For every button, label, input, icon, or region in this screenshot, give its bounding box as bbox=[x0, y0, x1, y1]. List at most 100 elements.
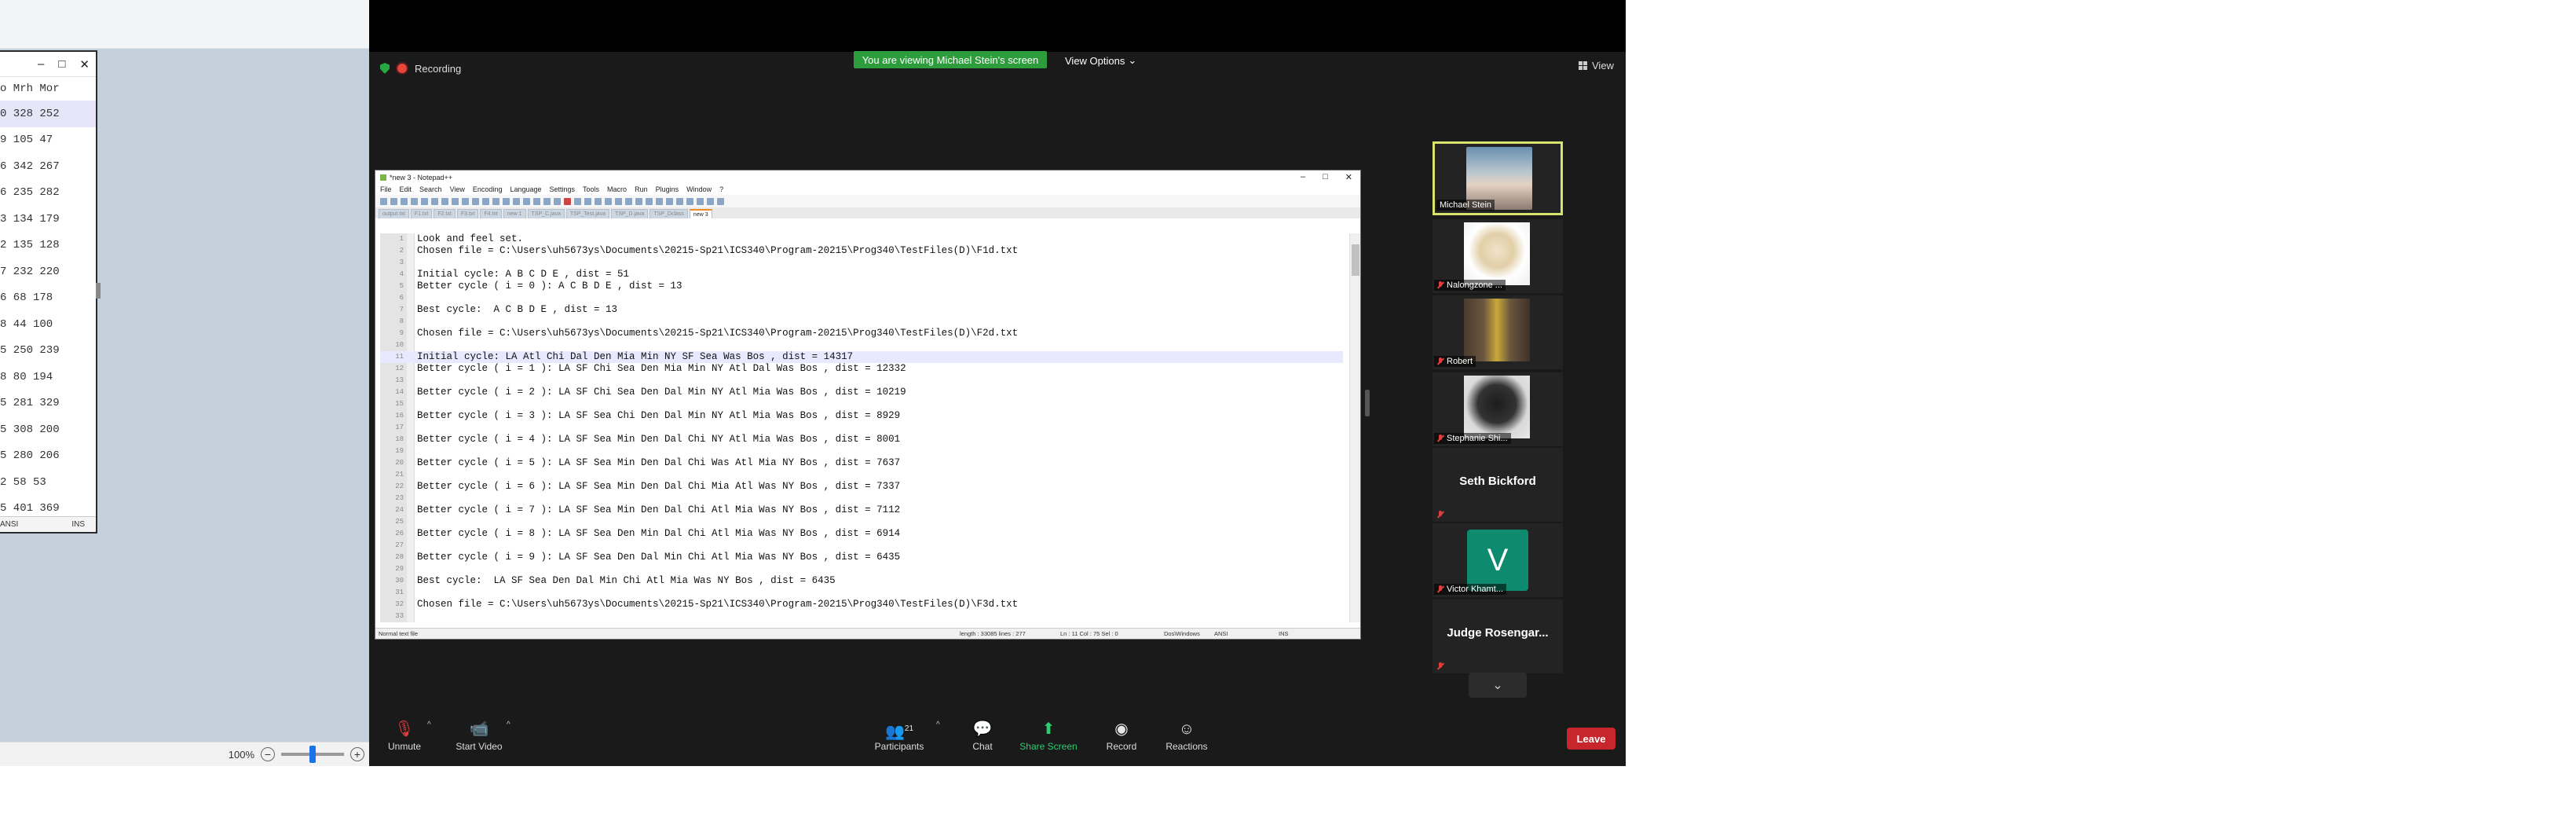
menu-item[interactable]: Language bbox=[510, 185, 541, 193]
file-tab[interactable]: TSP_C.java bbox=[527, 209, 565, 218]
menu-item[interactable]: Run bbox=[635, 185, 648, 193]
toolbar-icon[interactable] bbox=[523, 197, 530, 205]
toolbar-icon[interactable] bbox=[625, 197, 632, 205]
start-video-button[interactable]: 📹 Start Video ^ bbox=[444, 717, 514, 761]
toolbar-icon[interactable] bbox=[543, 197, 551, 205]
menu-item[interactable]: File bbox=[380, 185, 392, 193]
toolbar-icon[interactable] bbox=[584, 197, 591, 205]
editor-scrollbar[interactable] bbox=[1349, 233, 1360, 622]
participants-button[interactable]: 👥21 Participants ^ bbox=[864, 717, 940, 761]
menu-item[interactable]: Tools bbox=[583, 185, 599, 193]
menu-item[interactable]: Search bbox=[419, 185, 442, 193]
menu-item[interactable]: Edit bbox=[400, 185, 412, 193]
maximize-icon[interactable]: □ bbox=[1323, 172, 1328, 182]
left-text-window[interactable]: – □ ✕ o Mrh Mor 0 328 252 9 105 47 6 342 2… bbox=[0, 50, 97, 534]
unmute-button[interactable]: 🎙 Unmute ^ bbox=[369, 717, 440, 761]
shield-icon[interactable] bbox=[380, 63, 390, 74]
toolbar-icon[interactable] bbox=[595, 197, 602, 205]
participant-tile-nalongzone[interactable]: Nalongzone ... bbox=[1433, 219, 1563, 293]
share-screen-button[interactable]: ⬆ Share Screen bbox=[1013, 717, 1084, 761]
file-tab[interactable]: TSP_Test.java bbox=[565, 209, 610, 218]
zoom-out-icon[interactable]: − bbox=[261, 747, 275, 761]
toolbar-icon[interactable] bbox=[401, 197, 408, 205]
toolbar-icon[interactable] bbox=[421, 197, 428, 205]
toolbar-icon[interactable] bbox=[431, 197, 438, 205]
toolbar-icon[interactable] bbox=[462, 197, 469, 205]
toolbar-icon[interactable] bbox=[452, 197, 459, 205]
file-tab[interactable]: F2.txt bbox=[434, 209, 456, 218]
menu-item[interactable]: View bbox=[450, 185, 465, 193]
toolbar-icon[interactable] bbox=[513, 197, 520, 205]
share-screen-label: Share Screen bbox=[1019, 741, 1078, 752]
toolbar-icon[interactable] bbox=[717, 197, 724, 205]
menu-item[interactable]: Window bbox=[686, 185, 712, 193]
toolbar-icon[interactable] bbox=[482, 197, 489, 205]
participants-label: Participants bbox=[874, 741, 924, 752]
gallery-splitter[interactable] bbox=[1365, 390, 1370, 416]
toolbar-icon[interactable] bbox=[492, 197, 499, 205]
toolbar-icon[interactable] bbox=[697, 197, 704, 205]
reactions-button[interactable]: ☺ Reactions bbox=[1151, 717, 1222, 761]
file-tab[interactable]: F4.txt bbox=[480, 209, 502, 218]
view-options-button[interactable]: View Options ⌄ bbox=[1065, 53, 1142, 68]
zoom-slider-thumb[interactable] bbox=[309, 746, 316, 763]
toolbar-icon[interactable] bbox=[441, 197, 448, 205]
maximize-icon[interactable]: □ bbox=[58, 57, 65, 71]
scrollbar-thumb[interactable] bbox=[1352, 244, 1359, 276]
file-tab[interactable]: TSP_D.java bbox=[611, 209, 649, 218]
minimize-icon[interactable]: – bbox=[1301, 172, 1305, 182]
menu-item[interactable]: Settings bbox=[550, 185, 576, 193]
view-button[interactable]: View bbox=[1579, 60, 1614, 72]
zoom-slider[interactable] bbox=[281, 746, 344, 763]
toolbar-icon[interactable] bbox=[646, 197, 653, 205]
more-participants-button[interactable]: ⌄ bbox=[1469, 673, 1527, 698]
notepad-editor[interactable]: 1 Look and feel set. 2 Chosen file = C:\Use… bbox=[380, 233, 1343, 622]
notepad-window[interactable]: *new 3 - Notepad++ – □ ✕ File Edit Search V… bbox=[375, 170, 1361, 640]
menu-item[interactable]: Macro bbox=[607, 185, 627, 193]
leave-button[interactable]: Leave bbox=[1567, 728, 1615, 750]
toolbar-icon[interactable] bbox=[707, 197, 714, 205]
participant-tile-victor[interactable]: V Victor Khamt... bbox=[1433, 523, 1563, 597]
participant-tile-seth-bickford[interactable]: Seth Bickford bbox=[1433, 448, 1563, 522]
close-icon[interactable]: ✕ bbox=[79, 57, 90, 72]
editor-line: 28 Better cycle ( i = 9 ): LA SF Sea Den … bbox=[380, 552, 1343, 563]
close-icon[interactable]: ✕ bbox=[1345, 172, 1352, 182]
toolbar-icon[interactable] bbox=[676, 197, 683, 205]
left-window-resize-handle[interactable] bbox=[96, 283, 101, 299]
toolbar-icon[interactable] bbox=[503, 197, 510, 205]
participant-tile-michael-stein[interactable]: Michael Stein bbox=[1433, 141, 1563, 215]
toolbar-icon[interactable] bbox=[533, 197, 540, 205]
toolbar-icon[interactable] bbox=[615, 197, 622, 205]
menu-item[interactable]: Plugins bbox=[656, 185, 679, 193]
menu-item[interactable]: Encoding bbox=[473, 185, 503, 193]
file-tab[interactable]: F1.txt bbox=[410, 209, 433, 218]
toolbar-icon[interactable] bbox=[605, 197, 612, 205]
chat-button[interactable]: 💬 Chat bbox=[947, 717, 1018, 761]
toolbar-icon[interactable] bbox=[666, 197, 673, 205]
toolbar-icon[interactable] bbox=[574, 197, 581, 205]
toolbar-icon[interactable] bbox=[472, 197, 479, 205]
chevron-up-icon[interactable]: ^ bbox=[936, 720, 940, 729]
file-tab[interactable]: F3.txt bbox=[456, 209, 479, 218]
file-tab[interactable]: TSP_Dclass bbox=[649, 209, 688, 218]
file-tab[interactable]: new 1 bbox=[503, 209, 526, 218]
menu-item[interactable]: ? bbox=[719, 185, 723, 193]
file-tab[interactable]: output.txt bbox=[379, 209, 409, 218]
participant-tile-stephanie[interactable]: Stephanie Shi... bbox=[1433, 372, 1563, 446]
chevron-up-icon[interactable]: ^ bbox=[427, 720, 431, 729]
toolbar-icon[interactable] bbox=[635, 197, 642, 205]
toolbar-icon[interactable] bbox=[554, 197, 561, 205]
zoom-in-icon[interactable]: + bbox=[350, 747, 364, 761]
toolbar-icon[interactable] bbox=[411, 197, 418, 205]
toolbar-icon[interactable] bbox=[390, 197, 397, 205]
toolbar-icon[interactable] bbox=[686, 197, 693, 205]
toolbar-icon[interactable] bbox=[656, 197, 663, 205]
participant-tile-robert[interactable]: Robert bbox=[1433, 295, 1563, 369]
toolbar-icon[interactable] bbox=[380, 197, 387, 205]
participant-tile-judge[interactable]: Judge Rosengar... bbox=[1433, 600, 1563, 673]
toolbar-icon[interactable] bbox=[564, 197, 571, 205]
chevron-up-icon[interactable]: ^ bbox=[507, 720, 510, 729]
record-button[interactable]: ◉ Record bbox=[1086, 717, 1157, 761]
file-tab[interactable]: new 3 bbox=[689, 209, 712, 218]
minimize-icon[interactable]: – bbox=[38, 57, 44, 71]
